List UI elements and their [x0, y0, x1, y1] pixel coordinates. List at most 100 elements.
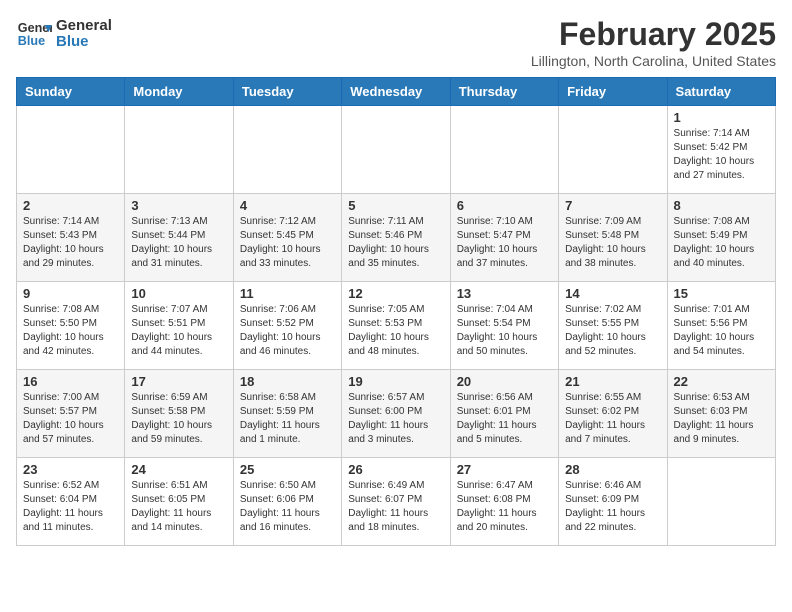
day-number: 3 — [131, 198, 226, 213]
svg-text:Blue: Blue — [18, 34, 45, 48]
calendar-cell: 25Sunrise: 6:50 AM Sunset: 6:06 PM Dayli… — [233, 458, 341, 546]
calendar-cell: 27 Sunrise: 6:47 AM Sunset: 6:08 PM Dayli… — [450, 458, 558, 546]
month-title: February 2025 — [531, 16, 776, 53]
calendar-cell: 10Sunrise: 7:07 AM Sunset: 5:51 PM Dayli… — [125, 282, 233, 370]
calendar-cell: 4 Sunrise: 7:12 AM Sunset: 5:45 PM Daylig… — [233, 194, 341, 282]
calendar-week-row: 23 Sunrise: 6:52 AM Sunset: 6:04 PM Dayli… — [17, 458, 776, 546]
calendar-cell — [667, 458, 775, 546]
weekday-header: Saturday — [667, 78, 775, 106]
calendar-cell: 6 Sunrise: 7:10 AM Sunset: 5:47 PM Daylig… — [450, 194, 558, 282]
day-info: Sunrise: 7:06 AM Sunset: 5:52 PM Dayligh… — [240, 303, 335, 359]
day-number: 14 — [565, 286, 660, 301]
calendar-week-row: 16Sunrise: 7:00 AM Sunset: 5:57 PM Dayli… — [17, 370, 776, 458]
calendar-cell: 22 Sunrise: 6:53 AM Sunset: 6:03 PM Dayli… — [667, 370, 775, 458]
day-info: Sunrise: 7:08 AM Sunset: 5:50 PM Dayligh… — [23, 303, 118, 359]
weekday-header: Sunday — [17, 78, 125, 106]
calendar-week-row: 9 Sunrise: 7:08 AM Sunset: 5:50 PM Daylig… — [17, 282, 776, 370]
day-number: 11 — [240, 286, 335, 301]
day-info: Sunrise: 6:51 AM Sunset: 6:05 PM Dayligh… — [131, 479, 226, 535]
day-number: 9 — [23, 286, 118, 301]
day-number: 5 — [348, 198, 443, 213]
calendar-cell: 7 Sunrise: 7:09 AM Sunset: 5:48 PM Daylig… — [559, 194, 667, 282]
day-number: 26 — [348, 462, 443, 477]
day-number: 6 — [457, 198, 552, 213]
calendar-cell: 8 Sunrise: 7:08 AM Sunset: 5:49 PM Daylig… — [667, 194, 775, 282]
calendar-cell — [450, 106, 558, 194]
day-info: Sunrise: 7:10 AM Sunset: 5:47 PM Dayligh… — [457, 215, 552, 271]
calendar-cell: 3 Sunrise: 7:13 AM Sunset: 5:44 PM Daylig… — [125, 194, 233, 282]
location-title: Lillington, North Carolina, United State… — [531, 53, 776, 69]
day-info: Sunrise: 6:55 AM Sunset: 6:02 PM Dayligh… — [565, 391, 660, 447]
day-info: Sunrise: 7:14 AM Sunset: 5:42 PM Dayligh… — [674, 127, 769, 183]
calendar-header-row: SundayMondayTuesdayWednesdayThursdayFrid… — [17, 78, 776, 106]
logo-icon: General Blue — [16, 16, 52, 52]
day-info: Sunrise: 7:01 AM Sunset: 5:56 PM Dayligh… — [674, 303, 769, 359]
day-number: 16 — [23, 374, 118, 389]
calendar-cell — [17, 106, 125, 194]
day-info: Sunrise: 6:52 AM Sunset: 6:04 PM Dayligh… — [23, 479, 118, 535]
calendar-cell: 23 Sunrise: 6:52 AM Sunset: 6:04 PM Dayli… — [17, 458, 125, 546]
day-info: Sunrise: 7:04 AM Sunset: 5:54 PM Dayligh… — [457, 303, 552, 359]
calendar-cell: 16Sunrise: 7:00 AM Sunset: 5:57 PM Dayli… — [17, 370, 125, 458]
calendar-cell: 20 Sunrise: 6:56 AM Sunset: 6:01 PM Dayli… — [450, 370, 558, 458]
calendar-cell — [125, 106, 233, 194]
day-number: 10 — [131, 286, 226, 301]
calendar-cell — [342, 106, 450, 194]
day-number: 1 — [674, 110, 769, 125]
day-info: Sunrise: 7:12 AM Sunset: 5:45 PM Dayligh… — [240, 215, 335, 271]
calendar-cell: 5 Sunrise: 7:11 AM Sunset: 5:46 PM Daylig… — [342, 194, 450, 282]
calendar-cell — [559, 106, 667, 194]
calendar-week-row: 1 Sunrise: 7:14 AM Sunset: 5:42 PM Daylig… — [17, 106, 776, 194]
day-number: 17 — [131, 374, 226, 389]
day-info: Sunrise: 7:05 AM Sunset: 5:53 PM Dayligh… — [348, 303, 443, 359]
day-number: 12 — [348, 286, 443, 301]
calendar-cell: 17 Sunrise: 6:59 AM Sunset: 5:58 PM Dayli… — [125, 370, 233, 458]
calendar-cell: 12 Sunrise: 7:05 AM Sunset: 5:53 PM Dayli… — [342, 282, 450, 370]
day-number: 13 — [457, 286, 552, 301]
calendar-cell: 21 Sunrise: 6:55 AM Sunset: 6:02 PM Dayli… — [559, 370, 667, 458]
day-number: 19 — [348, 374, 443, 389]
header: General Blue General Blue February 2025 … — [16, 16, 776, 69]
calendar-cell: 28 Sunrise: 6:46 AM Sunset: 6:09 PM Dayli… — [559, 458, 667, 546]
day-number: 4 — [240, 198, 335, 213]
weekday-header: Tuesday — [233, 78, 341, 106]
logo: General Blue General Blue — [16, 16, 112, 52]
calendar-cell: 14Sunrise: 7:02 AM Sunset: 5:55 PM Dayli… — [559, 282, 667, 370]
calendar-cell: 24 Sunrise: 6:51 AM Sunset: 6:05 PM Dayli… — [125, 458, 233, 546]
day-number: 21 — [565, 374, 660, 389]
weekday-header: Thursday — [450, 78, 558, 106]
day-info: Sunrise: 7:09 AM Sunset: 5:48 PM Dayligh… — [565, 215, 660, 271]
day-info: Sunrise: 7:08 AM Sunset: 5:49 PM Dayligh… — [674, 215, 769, 271]
weekday-header: Monday — [125, 78, 233, 106]
calendar-cell: 1 Sunrise: 7:14 AM Sunset: 5:42 PM Daylig… — [667, 106, 775, 194]
day-info: Sunrise: 7:13 AM Sunset: 5:44 PM Dayligh… — [131, 215, 226, 271]
day-number: 23 — [23, 462, 118, 477]
calendar-cell: 26Sunrise: 6:49 AM Sunset: 6:07 PM Dayli… — [342, 458, 450, 546]
day-info: Sunrise: 6:47 AM Sunset: 6:08 PM Dayligh… — [457, 479, 552, 535]
day-number: 18 — [240, 374, 335, 389]
day-info: Sunrise: 7:11 AM Sunset: 5:46 PM Dayligh… — [348, 215, 443, 271]
day-number: 28 — [565, 462, 660, 477]
logo-blue: Blue — [56, 34, 112, 51]
day-info: Sunrise: 6:50 AM Sunset: 6:06 PM Dayligh… — [240, 479, 335, 535]
calendar-cell: 2 Sunrise: 7:14 AM Sunset: 5:43 PM Daylig… — [17, 194, 125, 282]
weekday-header: Wednesday — [342, 78, 450, 106]
calendar-cell: 18Sunrise: 6:58 AM Sunset: 5:59 PM Dayli… — [233, 370, 341, 458]
day-number: 7 — [565, 198, 660, 213]
day-number: 8 — [674, 198, 769, 213]
day-info: Sunrise: 6:56 AM Sunset: 6:01 PM Dayligh… — [457, 391, 552, 447]
day-info: Sunrise: 6:59 AM Sunset: 5:58 PM Dayligh… — [131, 391, 226, 447]
calendar: SundayMondayTuesdayWednesdayThursdayFrid… — [16, 77, 776, 546]
day-info: Sunrise: 6:46 AM Sunset: 6:09 PM Dayligh… — [565, 479, 660, 535]
calendar-cell: 15Sunrise: 7:01 AM Sunset: 5:56 PM Dayli… — [667, 282, 775, 370]
day-number: 24 — [131, 462, 226, 477]
calendar-week-row: 2 Sunrise: 7:14 AM Sunset: 5:43 PM Daylig… — [17, 194, 776, 282]
day-number: 27 — [457, 462, 552, 477]
day-info: Sunrise: 7:14 AM Sunset: 5:43 PM Dayligh… — [23, 215, 118, 271]
day-info: Sunrise: 6:53 AM Sunset: 6:03 PM Dayligh… — [674, 391, 769, 447]
day-number: 20 — [457, 374, 552, 389]
day-number: 22 — [674, 374, 769, 389]
day-info: Sunrise: 6:57 AM Sunset: 6:00 PM Dayligh… — [348, 391, 443, 447]
calendar-cell: 11 Sunrise: 7:06 AM Sunset: 5:52 PM Dayli… — [233, 282, 341, 370]
day-number: 2 — [23, 198, 118, 213]
